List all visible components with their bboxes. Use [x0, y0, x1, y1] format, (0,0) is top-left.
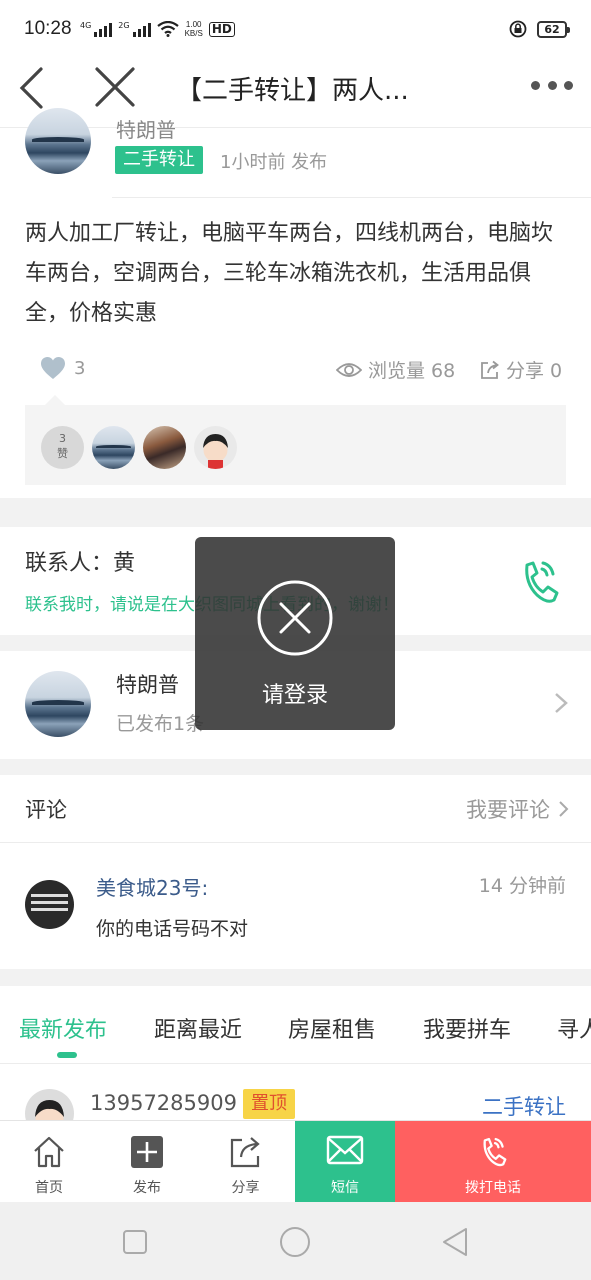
tab-find-person[interactable]: 寻人: [557, 1012, 591, 1044]
wifi-icon: [156, 21, 179, 37]
publisher-post-count: 已发布1条: [116, 713, 205, 735]
author-row: 特朗普 二手转让 1小时前 发布: [0, 108, 591, 198]
comment-item: 美食城23号: 14 分钟前 你的电话号码不对: [0, 844, 591, 969]
like-count: 3: [74, 357, 86, 379]
author-avatar[interactable]: [25, 108, 91, 174]
nav-sms[interactable]: 短信: [295, 1121, 395, 1202]
battery-indicator: 62: [537, 20, 570, 38]
status-bar: 10:28 4G 2G 1.00 KB/S HD 62: [0, 0, 591, 58]
signal-4g-icon: 4G: [80, 21, 113, 37]
chevron-right-icon: [559, 801, 569, 817]
avatar[interactable]: [194, 426, 237, 469]
post-stats: 3 浏览量 68 分享 0: [0, 352, 591, 392]
login-toast: 请登录: [195, 537, 395, 730]
avatar[interactable]: [25, 880, 74, 929]
lock-rotation-icon: [509, 20, 527, 38]
active-tab-indicator: [57, 1052, 77, 1058]
avatar[interactable]: [92, 426, 135, 469]
recent-apps-icon[interactable]: [122, 1229, 148, 1255]
nav-home[interactable]: 首页: [0, 1121, 98, 1202]
category-badge: 二手转让: [115, 146, 203, 174]
system-nav-bar: [0, 1202, 591, 1280]
comment-time: 14 分钟前: [478, 875, 566, 897]
heart-icon: [41, 357, 65, 379]
list-category[interactable]: 二手转让: [482, 1091, 566, 1120]
hd-icon: HD: [208, 21, 235, 37]
author-name: 特朗普: [116, 118, 176, 142]
section-gap: [0, 969, 591, 986]
status-icons: 4G 2G 1.00 KB/S HD: [80, 20, 235, 38]
post-time: 1小时前 发布: [220, 152, 328, 173]
share-icon: [481, 360, 499, 379]
likers-count: 3赞: [41, 426, 84, 469]
pinned-badge: 置顶: [243, 1089, 295, 1119]
signal-2g-icon: 2G: [118, 21, 151, 37]
likers-panel: 3赞: [25, 395, 566, 485]
contact-name: 联系人：黄: [25, 551, 136, 576]
section-gap: [0, 759, 591, 775]
comments-header: 评论 我要评论: [0, 775, 591, 843]
toast-message: 请登录: [261, 683, 328, 708]
tab-housing[interactable]: 房屋租售: [288, 1012, 376, 1044]
app-header: 【二手转让】两人...: [0, 58, 591, 128]
tab-latest[interactable]: 最新发布: [19, 1012, 107, 1044]
mail-icon: [326, 1135, 364, 1165]
home-circle-icon[interactable]: [279, 1226, 311, 1258]
post-content: 两人加工厂转让，电脑平车两台，四线机两台，电脑坎车两台，空调两台，三轮车冰箱洗衣…: [25, 221, 554, 326]
section-gap: [0, 498, 591, 527]
nav-publish[interactable]: 发布: [98, 1121, 196, 1202]
eye-icon: [336, 362, 362, 377]
divider: [112, 197, 591, 198]
chevron-right-icon: [555, 693, 568, 713]
back-arrow-icon[interactable]: [14, 63, 54, 113]
home-icon: [34, 1136, 64, 1168]
status-right: 62: [509, 20, 570, 38]
close-circle-icon: [257, 580, 333, 656]
comment-user[interactable]: 美食城23号:: [96, 872, 208, 901]
bottom-nav: 首页 发布 分享 短信 拨打电话: [0, 1120, 591, 1202]
share-icon: [230, 1137, 260, 1168]
comments-title: 评论: [25, 798, 67, 822]
view-count: 浏览量 68: [336, 356, 455, 383]
category-tabs: 最新发布 距离最近 房屋租售 我要拼车 寻人: [0, 986, 591, 1064]
list-phone: 13957285909: [90, 1091, 237, 1115]
page-title: 【二手转让】两人...: [176, 76, 409, 106]
comment-text: 你的电话号码不对: [96, 918, 249, 940]
nav-call[interactable]: 拨打电话: [395, 1121, 591, 1202]
like-button[interactable]: 3: [40, 356, 85, 380]
phone-call-icon: [483, 1137, 507, 1167]
write-comment-button[interactable]: 我要评论: [466, 794, 569, 824]
list-item[interactable]: 13957285909 置顶 二手转让: [0, 1065, 591, 1120]
nav-share[interactable]: 分享: [196, 1121, 295, 1202]
close-icon[interactable]: [92, 64, 138, 110]
avatar: [25, 671, 91, 737]
plus-icon: [131, 1136, 163, 1168]
avatar[interactable]: [143, 426, 186, 469]
avatar: [25, 1089, 74, 1120]
net-speed: 1.00 KB/S: [184, 20, 203, 38]
tab-nearest[interactable]: 距离最近: [154, 1012, 242, 1044]
share-count[interactable]: 分享 0: [480, 356, 562, 383]
back-triangle-icon[interactable]: [441, 1226, 469, 1258]
tab-carpool[interactable]: 我要拼车: [423, 1012, 511, 1044]
more-menu-icon[interactable]: [531, 78, 573, 92]
phone-call-icon[interactable]: [517, 557, 561, 607]
publisher-name: 特朗普: [116, 673, 179, 697]
status-time: 10:28: [24, 18, 72, 39]
